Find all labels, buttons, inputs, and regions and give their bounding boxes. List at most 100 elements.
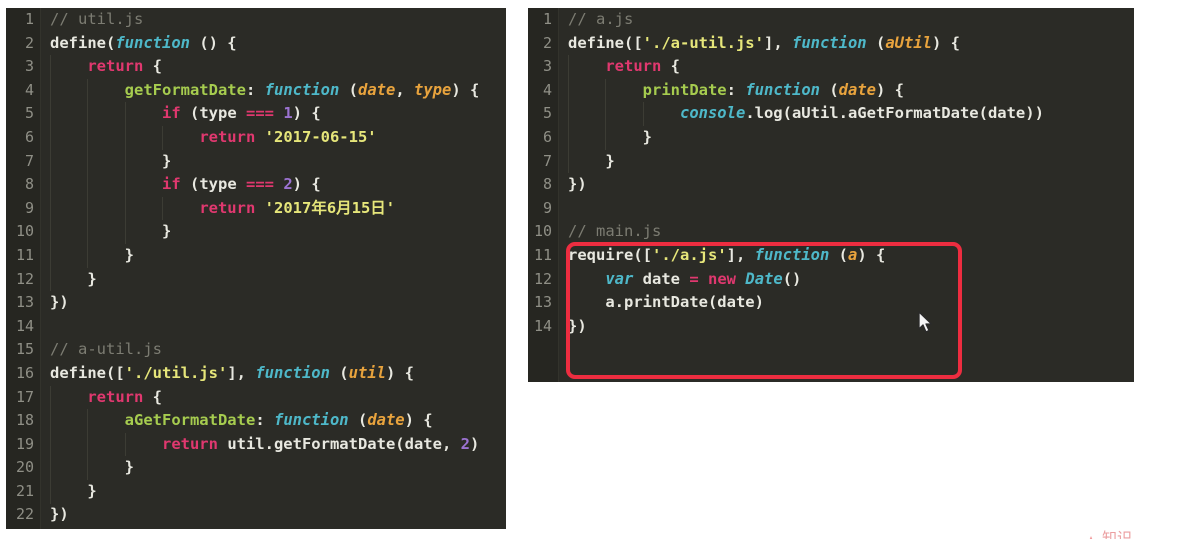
- token-func: Date: [745, 269, 783, 288]
- right-code-panel[interactable]: 1 // a.js 2 define(['./a-util.js'], functio…: [528, 8, 1134, 382]
- left-panel-line[interactable]: 20 }: [6, 456, 506, 480]
- right-panel-line[interactable]: 12 var date = new Date(): [528, 268, 1134, 292]
- right-panel-line[interactable]: 5 console.log(aUtil.aGetFormatDate(date)…: [528, 102, 1134, 126]
- token-keyword: ===: [245, 175, 274, 194]
- left-panel-line[interactable]: 9 return '2017年6月15日': [6, 197, 506, 221]
- token-plain: :: [726, 80, 746, 99]
- left-panel-line[interactable]: 3 return {: [6, 55, 506, 79]
- line-number: 13: [533, 293, 552, 312]
- token-keyword: if: [161, 104, 181, 123]
- line-code: return {: [50, 55, 162, 79]
- token-keyword: return: [605, 57, 662, 76]
- left-panel-line[interactable]: 8 if (type === 2) {: [6, 173, 506, 197]
- token-func: function: [264, 80, 340, 99]
- token-plain: :: [255, 411, 274, 430]
- left-panel-line[interactable]: 15 // a-util.js: [6, 338, 506, 362]
- right-panel-line[interactable]: 10 // main.js: [528, 220, 1134, 244]
- token-number: 2: [460, 434, 470, 453]
- left-panel-line[interactable]: 11 }: [6, 244, 506, 268]
- line-number: 14: [15, 316, 34, 335]
- line-number: 18: [15, 411, 34, 430]
- token-comment: // a-util.js: [50, 340, 162, 359]
- left-panel-line[interactable]: 22}): [6, 503, 506, 527]
- line-number: 13: [15, 293, 34, 312]
- left-panel-line[interactable]: 19 return util.getFormatDate(date, 2): [6, 433, 506, 457]
- line-code: define(function () {: [50, 32, 237, 56]
- token-plain: ,: [395, 80, 414, 99]
- left-panel-line[interactable]: 21 }: [6, 480, 506, 504]
- left-code-panel[interactable]: 1// util.js 2 define(function () {3 return…: [6, 8, 506, 529]
- token-plain: ],: [763, 33, 792, 52]
- token-prop: aGetFormatDate: [124, 411, 256, 430]
- line-code: if (type === 1) {: [50, 102, 321, 126]
- left-panel-line[interactable]: 12 }: [6, 268, 506, 292]
- right-panel-line[interactable]: 9: [528, 197, 1134, 221]
- left-panel-line[interactable]: 14: [6, 315, 506, 339]
- left-panel-line[interactable]: 16 define(['./util.js'], function (util) …: [6, 362, 506, 386]
- line-number: 9: [542, 198, 552, 217]
- left-panel-line[interactable]: 18 aGetFormatDate: function (date) {: [6, 409, 506, 433]
- line-number: 20: [15, 458, 34, 477]
- right-panel-code-lines[interactable]: 1 // a.js 2 define(['./a-util.js'], functio…: [528, 8, 1134, 382]
- token-plain: (: [329, 363, 349, 382]
- right-panel-line[interactable]: 3 return {: [528, 55, 1134, 79]
- line-code: }): [568, 315, 587, 339]
- right-panel-line[interactable]: 4 printDate: function (date) {: [528, 79, 1134, 103]
- right-panel-line[interactable]: 11 require(['./a.js'], function (a) {: [528, 244, 1134, 268]
- left-panel-line[interactable]: 10 }: [6, 220, 506, 244]
- token-plain: }: [568, 127, 652, 146]
- left-panel-line[interactable]: 4 getFormatDate: function (date, type) {: [6, 79, 506, 103]
- line-number: 4: [24, 80, 34, 99]
- right-panel-line[interactable]: 7 }: [528, 150, 1134, 174]
- token-plain: ],: [726, 245, 755, 264]
- token-func: function: [273, 411, 349, 430]
- token-keyword: =: [689, 269, 699, 288]
- token-func: function: [791, 33, 867, 52]
- left-panel-line[interactable]: 7 }: [6, 150, 506, 174]
- token-func: function: [754, 245, 830, 264]
- left-panel-line[interactable]: 17 return {: [6, 386, 506, 410]
- right-panel-line[interactable]: 14}): [528, 315, 1134, 339]
- token-plain: (: [819, 80, 839, 99]
- line-code: // util.js: [50, 8, 143, 32]
- token-plain: .log(aUtil.aGetFormatDate(date)): [745, 104, 1044, 123]
- left-panel-code-lines[interactable]: 1// util.js 2 define(function () {3 return…: [6, 8, 506, 529]
- right-panel-line[interactable]: 1 // a.js: [528, 8, 1134, 32]
- line-number: 15: [15, 340, 34, 359]
- token-number: 2: [283, 175, 293, 194]
- token-plain: }: [50, 481, 97, 500]
- right-panel-line[interactable]: 6 }: [528, 126, 1134, 150]
- left-panel-line[interactable]: 1 // util.js: [6, 8, 506, 32]
- right-panel-line[interactable]: 2 define(['./a-util.js'], function (aUtil…: [528, 32, 1134, 56]
- left-panel-line[interactable]: 5 if (type === 1) {: [6, 102, 506, 126]
- left-panel-line[interactable]: 13}): [6, 291, 506, 315]
- token-keyword: return: [87, 387, 144, 406]
- line-code: }: [568, 126, 652, 150]
- token-string: '2017年6月15日': [264, 198, 396, 217]
- token-builtin: console: [679, 104, 746, 123]
- right-panel-line[interactable]: 13 a.printDate(date): [528, 291, 1134, 315]
- left-panel-line[interactable]: 2 define(function () {: [6, 32, 506, 56]
- line-code: define(['./a-util.js'], function (aUtil)…: [568, 32, 960, 56]
- token-plain: }: [50, 151, 172, 170]
- line-number: 6: [542, 127, 552, 146]
- line-code: return {: [50, 386, 162, 410]
- token-plain: ) {: [292, 175, 321, 194]
- token-plain: ) {: [875, 80, 904, 99]
- line-number: 6: [24, 127, 34, 146]
- line-code: }: [50, 456, 134, 480]
- token-plain: {: [143, 387, 162, 406]
- right-panel-line[interactable]: 8}): [528, 173, 1134, 197]
- token-plain: ) {: [404, 411, 433, 430]
- line-code: return util.getFormatDate(date, 2): [50, 433, 479, 457]
- token-plain: ) {: [857, 245, 886, 264]
- left-panel-line[interactable]: 6 return '2017-06-15': [6, 126, 506, 150]
- token-plain: ): [469, 434, 480, 453]
- token-param: util: [348, 363, 386, 382]
